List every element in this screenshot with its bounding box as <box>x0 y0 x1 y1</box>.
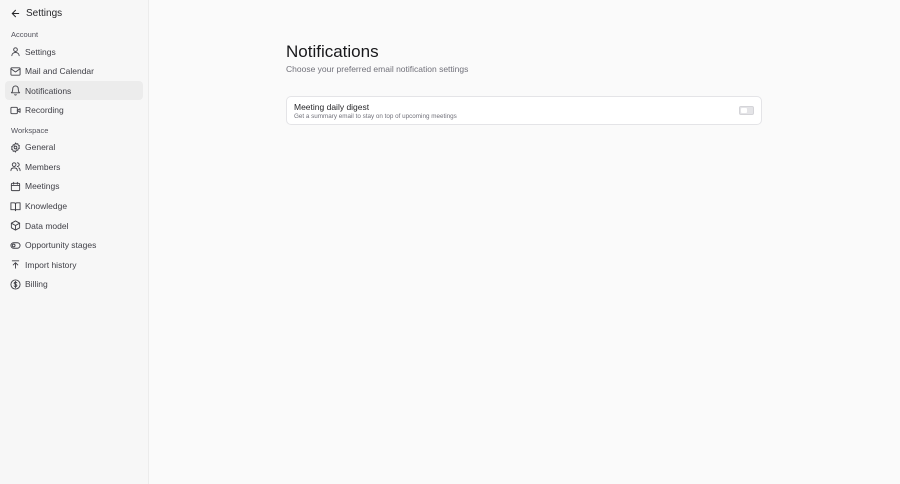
sidebar-item-label: Mail and Calendar <box>25 66 94 77</box>
sidebar-item-knowledge[interactable]: Knowledge <box>5 197 143 216</box>
main-content: Notifications Choose your preferred emai… <box>149 0 900 484</box>
sidebar: Settings Account Settings Mail and Calen… <box>0 0 149 484</box>
sidebar-item-recording[interactable]: Recording <box>5 101 143 120</box>
sidebar-item-members[interactable]: Members <box>5 157 143 176</box>
bell-icon <box>10 85 21 96</box>
book-icon <box>10 201 21 212</box>
sidebar-item-label: Notifications <box>25 85 72 96</box>
users-icon <box>10 161 21 172</box>
sidebar-item-general[interactable]: General <box>5 138 143 157</box>
sidebar-item-label: General <box>25 142 56 153</box>
sidebar-item-label: Knowledge <box>25 201 68 212</box>
sidebar-item-label: Members <box>25 161 61 172</box>
section-label-workspace: Workspace <box>11 125 49 135</box>
user-icon <box>10 46 21 57</box>
sidebar-item-notifications[interactable]: Notifications <box>5 81 143 101</box>
toggle-knob <box>741 108 747 113</box>
section-label-account: Account <box>11 30 39 39</box>
sidebar-item-label: Meetings <box>25 181 60 192</box>
page-title: Notifications <box>286 42 379 61</box>
mail-icon <box>10 66 21 77</box>
toggle-icon <box>10 240 21 251</box>
sidebar-item-label: Settings <box>25 46 56 57</box>
import-icon <box>10 259 21 270</box>
sidebar-item-billing[interactable]: Billing <box>5 275 143 294</box>
calendar-icon <box>10 181 21 192</box>
sidebar-item-label: Recording <box>25 105 64 116</box>
box-icon <box>10 220 21 231</box>
setting-description: Get a summary email to stay on top of up… <box>294 112 457 120</box>
dollar-icon <box>10 279 21 290</box>
sidebar-item-label: Import history <box>25 259 77 270</box>
sidebar-item-meetings[interactable]: Meetings <box>5 177 143 196</box>
sidebar-item-label: Billing <box>25 279 48 290</box>
sidebar-item-data-model[interactable]: Data model <box>5 216 143 235</box>
back-arrow-icon[interactable] <box>8 6 22 20</box>
sidebar-item-mail-and-calendar[interactable]: Mail and Calendar <box>5 62 143 81</box>
meeting-digest-toggle[interactable] <box>739 106 754 115</box>
sidebar-header: Settings <box>0 0 148 26</box>
gear-icon <box>10 142 21 153</box>
sidebar-item-label: Data model <box>25 220 69 231</box>
sidebar-item-opportunity-stages[interactable]: Opportunity stages <box>5 236 143 255</box>
sidebar-item-label: Opportunity stages <box>25 240 97 251</box>
sidebar-item-settings[interactable]: Settings <box>5 42 143 61</box>
sidebar-item-import-history[interactable]: Import history <box>5 255 143 274</box>
setting-title: Meeting daily digest <box>294 102 370 112</box>
sidebar-title: Settings <box>26 7 63 19</box>
page-subtitle: Choose your preferred email notification… <box>286 64 469 74</box>
setting-card-meeting-daily-digest: Meeting daily digest Get a summary email… <box>286 96 762 125</box>
video-icon <box>10 105 21 116</box>
